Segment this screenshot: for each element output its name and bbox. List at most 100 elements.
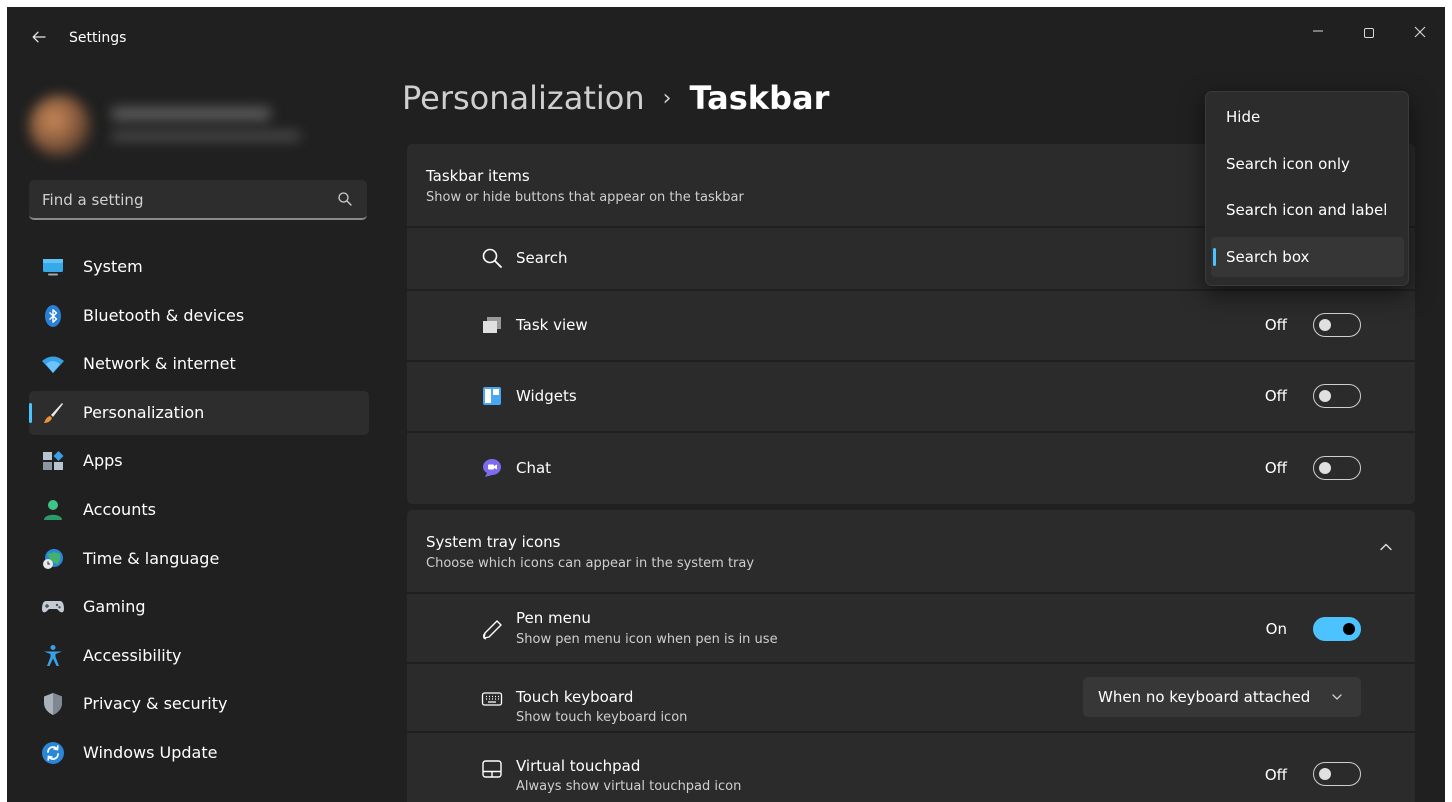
person-icon [44, 499, 62, 520]
option-label: Search icon and label [1226, 201, 1388, 219]
monitor-icon [43, 259, 63, 276]
sidebar-item-system[interactable]: System [29, 245, 369, 289]
sidebar-item-label: Personalization [83, 402, 205, 422]
task-view-toggle[interactable] [1313, 313, 1361, 337]
virtual-touchpad-toggle[interactable] [1313, 762, 1361, 786]
minimize-button[interactable] [1295, 15, 1341, 51]
page-title: Taskbar [689, 79, 830, 117]
task-view-icon [483, 317, 501, 333]
back-button[interactable] [27, 25, 51, 49]
touchpad-icon [482, 760, 502, 778]
maximize-button[interactable] [1346, 15, 1392, 51]
flyout-option-search-box[interactable]: Search box [1211, 237, 1404, 277]
gamepad-icon [42, 601, 64, 613]
sidebar-item-windows-update[interactable]: Windows Update [29, 731, 369, 775]
sidebar-item-time-language[interactable]: Time & language [29, 537, 369, 581]
globe-clock-icon [43, 548, 63, 569]
toggle-knob [1343, 623, 1355, 635]
title-bar: Settings [7, 7, 1445, 71]
breadcrumb-separator: › [662, 86, 672, 111]
setting-description: Show pen menu icon when pen is in use [516, 632, 778, 647]
chevron-down-icon [1332, 694, 1342, 700]
setting-row-widgets[interactable]: Widgets Off [407, 362, 1415, 431]
toggle-state-label: Off [1264, 459, 1287, 477]
minimize-icon [1313, 30, 1323, 32]
setting-row-chat[interactable]: Chat Off [407, 433, 1415, 504]
section-title: Taskbar items [426, 167, 530, 185]
sidebar-item-accessibility[interactable]: Accessibility [29, 634, 369, 678]
maximize-icon [1364, 28, 1374, 38]
sidebar-item-apps[interactable]: Apps [29, 439, 369, 483]
setting-label: Pen menu [516, 609, 591, 627]
sidebar-item-personalization[interactable]: Personalization [29, 390, 369, 435]
bluetooth-icon [45, 304, 61, 327]
option-label: Hide [1226, 108, 1261, 126]
sidebar-item-label: Network & internet [83, 354, 236, 374]
close-icon [1414, 26, 1426, 38]
search-input[interactable]: Find a setting [29, 180, 367, 220]
sidebar-item-label: Accounts [83, 499, 156, 519]
keyboard-icon [481, 692, 503, 706]
sidebar-item-bluetooth[interactable]: Bluetooth & devices [29, 294, 369, 338]
sidebar-item-accounts[interactable]: Accounts [29, 488, 369, 532]
toggle-knob [1319, 768, 1331, 780]
shield-icon [44, 693, 62, 716]
toggle-state-label: On [1265, 620, 1287, 638]
brush-icon [44, 402, 63, 423]
search-icon [338, 192, 352, 206]
chat-icon [483, 459, 501, 477]
dropdown-value: When no keyboard attached [1098, 688, 1311, 706]
sidebar-item-label: Accessibility [83, 645, 182, 665]
sidebar-item-label: Privacy & security [83, 694, 228, 714]
setting-row-virtual-touchpad[interactable]: Virtual touchpad Always show virtual tou… [407, 733, 1415, 802]
flyout-option-hide[interactable]: Hide [1211, 97, 1404, 137]
section-title: System tray icons [426, 533, 561, 551]
app-title: Settings [69, 30, 127, 46]
pen-menu-toggle[interactable] [1313, 617, 1361, 641]
user-name-blurred [111, 107, 271, 121]
wifi-icon [42, 356, 64, 374]
setting-description: Show touch keyboard icon [516, 710, 688, 725]
sidebar-item-label: Time & language [83, 548, 220, 568]
setting-label: Search [516, 249, 568, 267]
toggle-state-label: Off [1264, 387, 1287, 405]
widgets-icon [483, 387, 501, 405]
selected-indicator [1213, 248, 1216, 266]
sidebar-item-label: Bluetooth & devices [83, 305, 245, 325]
pen-icon [483, 620, 502, 640]
user-profile[interactable] [21, 85, 311, 165]
sidebar-item-privacy[interactable]: Privacy & security [29, 682, 369, 726]
flyout-option-search-icon-only[interactable]: Search icon only [1211, 144, 1404, 184]
chevron-up-icon[interactable] [1379, 540, 1393, 554]
setting-row-task-view[interactable]: Task view Off [407, 291, 1415, 360]
setting-label: Chat [516, 459, 552, 477]
setting-label: Task view [516, 316, 588, 334]
arrow-left-icon [32, 31, 46, 43]
sidebar-item-network[interactable]: Network & internet [29, 342, 369, 386]
chat-toggle[interactable] [1313, 456, 1361, 480]
apps-icon [43, 451, 64, 471]
active-indicator [29, 402, 32, 423]
setting-description: Always show virtual touchpad icon [516, 779, 742, 794]
setting-row-pen-menu[interactable]: Pen menu Show pen menu icon when pen is … [407, 594, 1415, 662]
touch-keyboard-dropdown[interactable]: When no keyboard attached [1083, 677, 1361, 717]
option-label: Search icon only [1226, 155, 1350, 173]
accessibility-icon [44, 644, 62, 666]
widgets-toggle[interactable] [1313, 384, 1361, 408]
close-button[interactable] [1397, 15, 1443, 51]
search-options-flyout: Hide Search icon only Search icon and la… [1205, 91, 1409, 286]
flyout-option-search-icon-and-label[interactable]: Search icon and label [1211, 190, 1404, 230]
toggle-knob [1319, 319, 1331, 331]
setting-label: Touch keyboard [516, 688, 634, 706]
setting-label: Widgets [516, 387, 577, 405]
system-tray-header[interactable]: System tray icons Choose which icons can… [407, 510, 1415, 592]
toggle-state-label: Off [1264, 316, 1287, 334]
sidebar-item-label: Gaming [83, 597, 146, 617]
sidebar-item-label: Windows Update [83, 742, 218, 762]
setting-row-touch-keyboard[interactable]: Touch keyboard Show touch keyboard icon … [407, 664, 1415, 731]
sidebar-item-gaming[interactable]: Gaming [29, 585, 369, 629]
breadcrumb-parent[interactable]: Personalization [402, 79, 645, 117]
avatar [29, 95, 91, 157]
sidebar-item-label: System [83, 257, 143, 276]
search-icon [482, 248, 502, 268]
